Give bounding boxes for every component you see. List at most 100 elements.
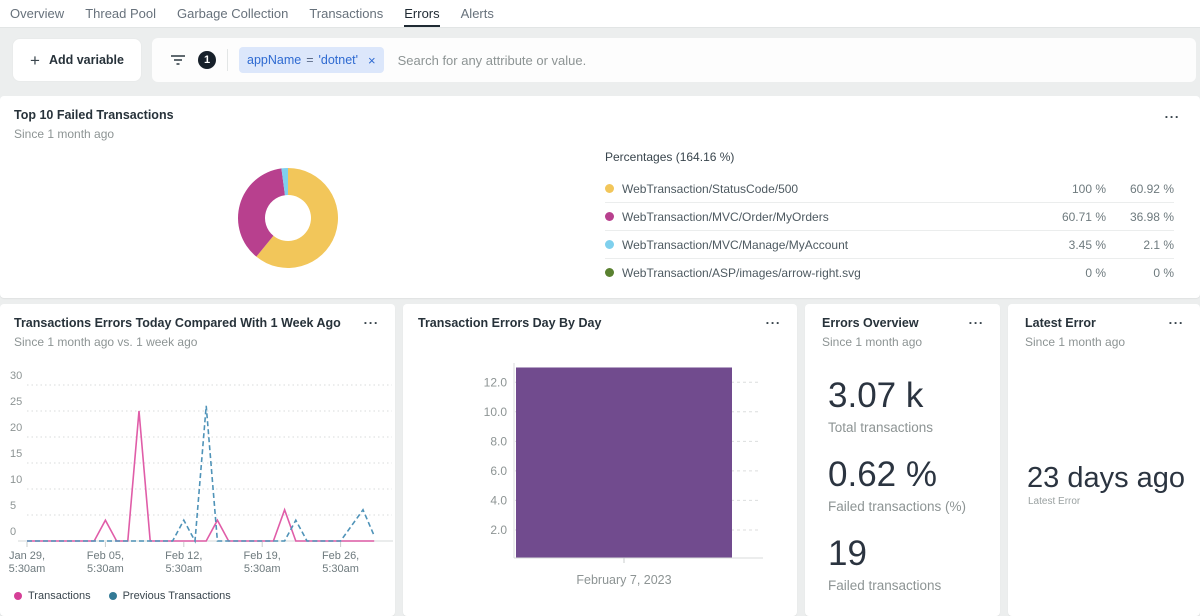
svg-text:Feb 19,: Feb 19,	[244, 550, 281, 562]
tab-garbage-collection[interactable]: Garbage Collection	[177, 0, 288, 27]
stat-failed-transactions-pct: 0.62 % Failed transactions (%)	[828, 457, 990, 514]
failed-transactions-donut-wrap[interactable]	[238, 168, 338, 268]
svg-text:Feb 26,: Feb 26,	[322, 550, 359, 562]
panel-latest-error: Latest Error Since 1 month ago ... 23 da…	[1008, 304, 1200, 616]
legend-row-name: WebTransaction/MVC/Order/MyOrders	[622, 210, 1034, 224]
panel-title: Top 10 Failed Transactions	[14, 108, 1160, 123]
series-color-dot	[605, 212, 614, 221]
top-nav: Overview Thread Pool Garbage Collection …	[0, 0, 1200, 28]
svg-text:5:30am: 5:30am	[9, 563, 46, 575]
panel-errors-day-by-day: Transaction Errors Day By Day ... 2.04.0…	[403, 304, 797, 616]
panel-title: Errors Overview	[822, 316, 960, 331]
plus-icon: +	[30, 52, 40, 69]
stat-value: 0.62 %	[828, 457, 990, 492]
svg-text:Feb 12,: Feb 12,	[165, 550, 202, 562]
svg-text:8.0: 8.0	[490, 434, 507, 448]
panel-top-failed-transactions: Top 10 Failed Transactions Since 1 month…	[0, 96, 1200, 298]
filter-chip-appname[interactable]: appName = 'dotnet' ×	[239, 47, 384, 73]
panel-title: Transactions Errors Today Compared With …	[14, 316, 355, 331]
panel-header: Transactions Errors Today Compared With …	[14, 316, 355, 349]
legend-row-pct-of-max: 3.45 %	[1034, 238, 1106, 252]
svg-text:6.0: 6.0	[490, 464, 507, 478]
legend-item-label: Transactions	[28, 590, 91, 602]
stat-label: Failed transactions (%)	[828, 499, 990, 514]
line-chart-legend: Transactions Previous Transactions	[14, 590, 231, 602]
legend-item-transactions[interactable]: Transactions	[14, 590, 91, 602]
tab-errors[interactable]: Errors	[404, 0, 439, 27]
stat-label: Failed transactions	[828, 578, 990, 593]
series-color-dot	[605, 268, 614, 277]
svg-text:20: 20	[10, 422, 22, 434]
svg-text:5:30am: 5:30am	[165, 563, 202, 575]
filter-bar[interactable]: 1 appName = 'dotnet' ×	[152, 38, 1196, 82]
chip-remove-icon[interactable]: ×	[368, 53, 376, 68]
svg-text:10.0: 10.0	[484, 405, 508, 419]
legend-row-pct: 36.98 %	[1106, 210, 1174, 224]
legend-item-previous-transactions[interactable]: Previous Transactions	[109, 590, 231, 602]
legend-row[interactable]: WebTransaction/ASP/images/arrow-right.sv…	[605, 258, 1174, 286]
svg-text:15: 15	[10, 448, 22, 460]
legend-rows: WebTransaction/StatusCode/500 100 % 60.9…	[605, 175, 1174, 286]
stat-label: Total transactions	[828, 420, 990, 435]
latest-error-label: Latest Error	[1028, 496, 1080, 507]
dashboard-screen: Overview Thread Pool Garbage Collection …	[0, 0, 1200, 616]
filter-funnel-icon	[170, 53, 186, 67]
legend-row-name: WebTransaction/ASP/images/arrow-right.sv…	[622, 266, 1034, 280]
legend-row-name: WebTransaction/MVC/Manage/MyAccount	[622, 238, 1034, 252]
svg-text:4.0: 4.0	[490, 493, 507, 507]
legend-row[interactable]: WebTransaction/MVC/Manage/MyAccount 3.45…	[605, 230, 1174, 258]
legend-item-label: Previous Transactions	[123, 590, 231, 602]
legend-row-pct: 60.92 %	[1106, 182, 1174, 196]
svg-text:10: 10	[10, 474, 22, 486]
legend-row-pct: 0 %	[1106, 266, 1174, 280]
legend-row-pct-of-max: 0 %	[1034, 266, 1106, 280]
panel-errors-overview: Errors Overview Since 1 month ago ... 3.…	[805, 304, 1000, 616]
panel-header: Top 10 Failed Transactions Since 1 month…	[14, 108, 1160, 141]
filter-count-badge[interactable]: 1	[198, 51, 216, 69]
legend-row[interactable]: WebTransaction/StatusCode/500 100 % 60.9…	[605, 175, 1174, 202]
svg-text:5:30am: 5:30am	[244, 563, 281, 575]
svg-text:Jan 29,: Jan 29,	[9, 550, 45, 562]
stat-failed-transactions: 19 Failed transactions	[828, 536, 990, 593]
errors-day-by-day-bar-chart[interactable]: 2.04.06.08.010.012.0February 7, 2023	[403, 360, 797, 595]
panel-menu-icon[interactable]: ...	[364, 312, 379, 327]
legend-row-pct: 2.1 %	[1106, 238, 1174, 252]
add-variable-button[interactable]: + Add variable	[12, 38, 142, 82]
tab-transactions[interactable]: Transactions	[309, 0, 383, 27]
legend-row[interactable]: WebTransaction/MVC/Order/MyOrders 60.71 …	[605, 202, 1174, 230]
chip-operator: =	[306, 53, 313, 67]
panel-menu-icon[interactable]: ...	[1165, 106, 1180, 121]
panel-menu-icon[interactable]: ...	[766, 312, 781, 327]
svg-text:30: 30	[10, 370, 22, 382]
donut-legend-table: Percentages (164.16 %) WebTransaction/St…	[605, 150, 1174, 286]
panel-menu-icon[interactable]: ...	[969, 312, 984, 327]
legend-header: Percentages (164.16 %)	[605, 150, 1174, 164]
svg-text:5:30am: 5:30am	[87, 563, 124, 575]
panel-subtitle: Since 1 month ago	[822, 335, 960, 349]
panel-title: Transaction Errors Day By Day	[418, 316, 757, 331]
svg-text:February 7, 2023: February 7, 2023	[576, 573, 671, 587]
panel-menu-icon[interactable]: ...	[1169, 312, 1184, 327]
series-color-dot	[109, 592, 117, 600]
svg-text:25: 25	[10, 396, 22, 408]
svg-text:Feb 05,: Feb 05,	[87, 550, 124, 562]
panel-subtitle: Since 1 month ago vs. 1 week ago	[14, 335, 355, 349]
series-color-dot	[605, 184, 614, 193]
errors-compare-line-chart[interactable]: 051015202530Jan 29,5:30amFeb 05,5:30amFe…	[0, 360, 395, 582]
panel-header: Latest Error Since 1 month ago	[1025, 316, 1160, 349]
chip-value: 'dotnet'	[319, 53, 359, 67]
panel-errors-compare: Transactions Errors Today Compared With …	[0, 304, 395, 616]
stat-total-transactions: 3.07 k Total transactions	[828, 378, 990, 435]
stat-value: 3.07 k	[828, 378, 990, 413]
tab-overview[interactable]: Overview	[10, 0, 64, 27]
svg-text:0: 0	[10, 526, 16, 538]
filter-divider	[227, 49, 228, 71]
tab-alerts[interactable]: Alerts	[461, 0, 494, 27]
tab-thread-pool[interactable]: Thread Pool	[85, 0, 156, 27]
panel-subtitle: Since 1 month ago	[14, 127, 1160, 141]
series-color-dot	[14, 592, 22, 600]
chip-attribute: appName	[247, 53, 301, 67]
search-input[interactable]	[396, 52, 1186, 69]
stat-value: 19	[828, 536, 990, 571]
svg-text:5: 5	[10, 500, 16, 512]
